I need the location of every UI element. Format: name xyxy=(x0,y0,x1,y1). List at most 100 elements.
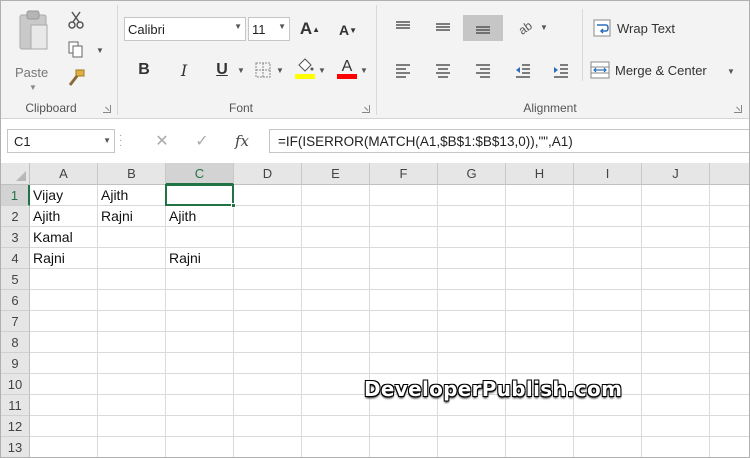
row-header-7[interactable]: 7 xyxy=(1,311,30,332)
row-header-3[interactable]: 3 xyxy=(1,227,30,248)
cell-b9[interactable] xyxy=(98,353,166,374)
cell-c13[interactable] xyxy=(166,437,234,457)
cell-f2[interactable] xyxy=(370,206,438,227)
cell-a7[interactable] xyxy=(30,311,98,332)
cell-c9[interactable] xyxy=(166,353,234,374)
copy-button[interactable] xyxy=(65,39,87,61)
cell-g5[interactable] xyxy=(438,269,506,290)
column-header-f[interactable]: F xyxy=(370,163,438,185)
column-header-i[interactable]: I xyxy=(574,163,642,185)
row-header-5[interactable]: 5 xyxy=(1,269,30,290)
cell-h6[interactable] xyxy=(506,290,574,311)
cell-b6[interactable] xyxy=(98,290,166,311)
orientation-dropdown-icon[interactable]: ▼ xyxy=(540,23,548,32)
row-header-12[interactable]: 12 xyxy=(1,416,30,437)
cell-b8[interactable] xyxy=(98,332,166,353)
formula-input[interactable]: =IF(ISERROR(MATCH(A1,$B$1:$B$13,0)),"",A… xyxy=(269,129,749,153)
cell-j11[interactable] xyxy=(642,395,710,416)
alignment-launcher-icon[interactable] xyxy=(734,105,742,113)
italic-button[interactable]: I xyxy=(172,58,196,82)
cell-d13[interactable] xyxy=(234,437,302,457)
column-header-j[interactable]: J xyxy=(642,163,710,185)
cell-b4[interactable] xyxy=(98,248,166,269)
row-header-9[interactable]: 9 xyxy=(1,353,30,374)
insert-function-button[interactable]: fx xyxy=(227,129,257,153)
column-header-h[interactable]: H xyxy=(506,163,574,185)
borders-button[interactable] xyxy=(252,59,274,81)
cell-g4[interactable] xyxy=(438,248,506,269)
wrap-text-button[interactable] xyxy=(591,17,613,39)
middle-align-button[interactable] xyxy=(425,15,461,39)
row-header-8[interactable]: 8 xyxy=(1,332,30,353)
cell-d12[interactable] xyxy=(234,416,302,437)
splitter-handle[interactable]: · · · xyxy=(119,131,123,151)
cell-e4[interactable] xyxy=(302,248,370,269)
cell-f6[interactable] xyxy=(370,290,438,311)
row-header-1[interactable]: 1 xyxy=(1,185,30,206)
orientation-button[interactable]: ab xyxy=(507,15,543,39)
row-header-10[interactable]: 10 xyxy=(1,374,30,395)
cell-c6[interactable] xyxy=(166,290,234,311)
paste-button[interactable]: Paste ▼ xyxy=(11,9,55,92)
select-all-button[interactable] xyxy=(1,163,30,185)
cell-d9[interactable] xyxy=(234,353,302,374)
row-header-2[interactable]: 2 xyxy=(1,206,30,227)
cell-j13[interactable] xyxy=(642,437,710,457)
merge-dropdown-icon[interactable]: ▼ xyxy=(727,67,735,76)
top-align-button[interactable] xyxy=(385,15,421,39)
cell-a9[interactable] xyxy=(30,353,98,374)
underline-dropdown-icon[interactable]: ▼ xyxy=(237,66,245,75)
cell-a11[interactable] xyxy=(30,395,98,416)
cell-g2[interactable] xyxy=(438,206,506,227)
cell-d1[interactable] xyxy=(234,185,302,206)
cell-j6[interactable] xyxy=(642,290,710,311)
row-header-4[interactable]: 4 xyxy=(1,248,30,269)
cell-c5[interactable] xyxy=(166,269,234,290)
cell-b5[interactable] xyxy=(98,269,166,290)
bold-button[interactable]: B xyxy=(132,58,156,82)
cell-e7[interactable] xyxy=(302,311,370,332)
cell-j10[interactable] xyxy=(642,374,710,395)
cell-c7[interactable] xyxy=(166,311,234,332)
name-box[interactable]: C1 ▼ xyxy=(7,129,115,153)
cell-e11[interactable] xyxy=(302,395,370,416)
cell-i7[interactable] xyxy=(574,311,642,332)
cell-f4[interactable] xyxy=(370,248,438,269)
font-size-select[interactable]: 11 ▼ xyxy=(248,17,290,41)
cell-a10[interactable] xyxy=(30,374,98,395)
cell-j5[interactable] xyxy=(642,269,710,290)
cell-c10[interactable] xyxy=(166,374,234,395)
fill-color-button[interactable] xyxy=(294,57,316,79)
cell-h4[interactable] xyxy=(506,248,574,269)
cell-b10[interactable] xyxy=(98,374,166,395)
column-header-g[interactable]: G xyxy=(438,163,506,185)
cell-h13[interactable] xyxy=(506,437,574,457)
cell-h9[interactable] xyxy=(506,353,574,374)
cell-f3[interactable] xyxy=(370,227,438,248)
cell-b11[interactable] xyxy=(98,395,166,416)
cell-e6[interactable] xyxy=(302,290,370,311)
cancel-icon[interactable]: ✕ xyxy=(147,129,177,153)
cell-e10[interactable] xyxy=(302,374,370,395)
cell-f13[interactable] xyxy=(370,437,438,457)
cell-c4[interactable]: Rajni xyxy=(166,248,234,269)
cell-b7[interactable] xyxy=(98,311,166,332)
cell-j12[interactable] xyxy=(642,416,710,437)
cell-i6[interactable] xyxy=(574,290,642,311)
enter-check-icon[interactable]: ✓ xyxy=(187,129,217,153)
cell-g6[interactable] xyxy=(438,290,506,311)
cell-a12[interactable] xyxy=(30,416,98,437)
cell-j2[interactable] xyxy=(642,206,710,227)
cell-i4[interactable] xyxy=(574,248,642,269)
font-color-button[interactable]: A xyxy=(336,57,358,79)
cell-j7[interactable] xyxy=(642,311,710,332)
cell-a3[interactable]: Kamal xyxy=(30,227,98,248)
cell-i5[interactable] xyxy=(574,269,642,290)
cut-button[interactable] xyxy=(65,9,87,31)
cell-i1[interactable] xyxy=(574,185,642,206)
cell-c1[interactable] xyxy=(165,184,234,206)
cell-d8[interactable] xyxy=(234,332,302,353)
cell-h1[interactable] xyxy=(506,185,574,206)
decrease-indent-button[interactable] xyxy=(505,59,541,83)
column-header-d[interactable]: D xyxy=(234,163,302,185)
